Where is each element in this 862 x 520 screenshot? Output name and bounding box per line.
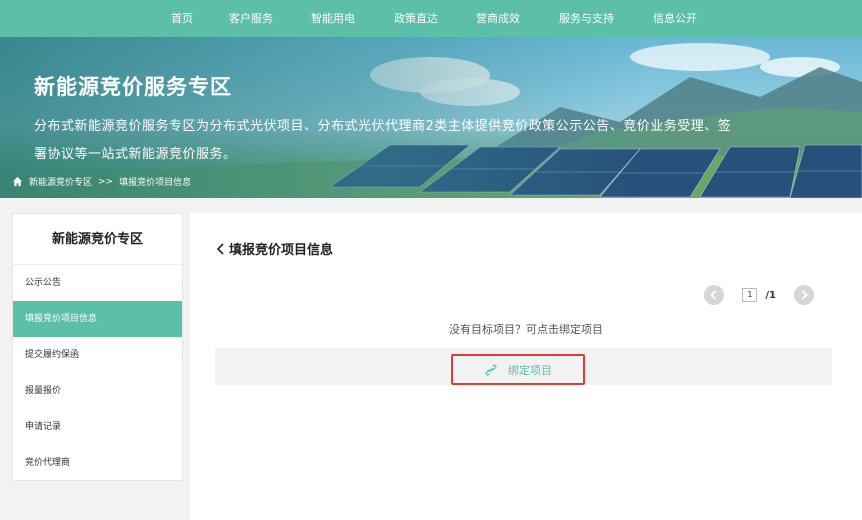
sidebar: 新能源竞价专区 公示公告 填报竞价项目信息 提交履约保函 报量报价 申请记录 竞…: [12, 213, 183, 481]
nav-item-smart-electricity[interactable]: 智能用电: [311, 0, 355, 37]
nav-item-customer-service[interactable]: 客户服务: [229, 0, 273, 37]
sidebar-item-performance-guarantee[interactable]: 提交履约保函: [13, 337, 182, 373]
home-icon[interactable]: [12, 176, 23, 187]
chevron-left-icon: [216, 242, 224, 255]
nav-item-support[interactable]: 服务与支持: [559, 0, 614, 37]
back-button[interactable]: 填报竞价项目信息: [216, 239, 333, 258]
sidebar-title: 新能源竞价专区: [13, 214, 182, 265]
sidebar-item-records[interactable]: 申请记录: [13, 409, 182, 445]
hero-title: 新能源竞价服务专区: [34, 75, 232, 99]
breadcrumb-separator: >>: [98, 176, 114, 187]
hero-description: 分布式新能源竞价服务专区为分布式光伏项目、分布式光伏代理商2类主体提供竞价政策公…: [34, 119, 732, 162]
nav-item-policy[interactable]: 政策直达: [394, 0, 438, 37]
page-title: 填报竞价项目信息: [229, 243, 334, 258]
bind-project-label: 绑定项目: [508, 363, 552, 377]
sidebar-item-fill-project-info[interactable]: 填报竞价项目信息: [13, 301, 182, 337]
chevron-left-icon: [710, 290, 717, 300]
sidebar-item-announcements[interactable]: 公示公告: [13, 265, 182, 301]
bind-project-button[interactable]: 绑定项目: [451, 354, 585, 385]
hero-banner: 新能源竞价服务专区 分布式新能源竞价服务专区为分布式光伏项目、分布式光伏代理商2…: [0, 37, 862, 198]
link-icon: [485, 363, 497, 376]
page-number-input[interactable]: 1: [742, 288, 758, 302]
chevron-right-icon: [801, 290, 808, 300]
main-panel: 填报竞价项目信息 1 /1 没有目标项目？可点击绑定项目 绑定项目: [190, 213, 862, 520]
prev-page-button[interactable]: [704, 285, 725, 305]
page-total: /1: [765, 289, 776, 301]
breadcrumb-current: 填报竞价项目信息: [119, 178, 192, 188]
breadcrumb: 新能源竞价专区 >> 填报竞价项目信息: [12, 175, 191, 188]
top-nav: 首页 客户服务 智能用电 政策直达 营商成效 服务与支持 信息公开: [0, 0, 862, 37]
empty-hint: 没有目标项目？可点击绑定项目: [449, 323, 603, 336]
bind-bar: 绑定项目: [215, 348, 832, 385]
breadcrumb-home[interactable]: 新能源竞价专区: [29, 175, 92, 188]
pagination: 1 /1: [704, 285, 814, 305]
sidebar-item-quote[interactable]: 报量报价: [13, 373, 182, 409]
sidebar-item-agents[interactable]: 竞价代理商: [13, 445, 182, 481]
next-page-button[interactable]: [794, 285, 814, 305]
nav-item-info[interactable]: 信息公开: [653, 0, 697, 37]
nav-item-home[interactable]: 首页: [171, 0, 193, 37]
nav-item-business[interactable]: 营商成效: [476, 0, 520, 37]
